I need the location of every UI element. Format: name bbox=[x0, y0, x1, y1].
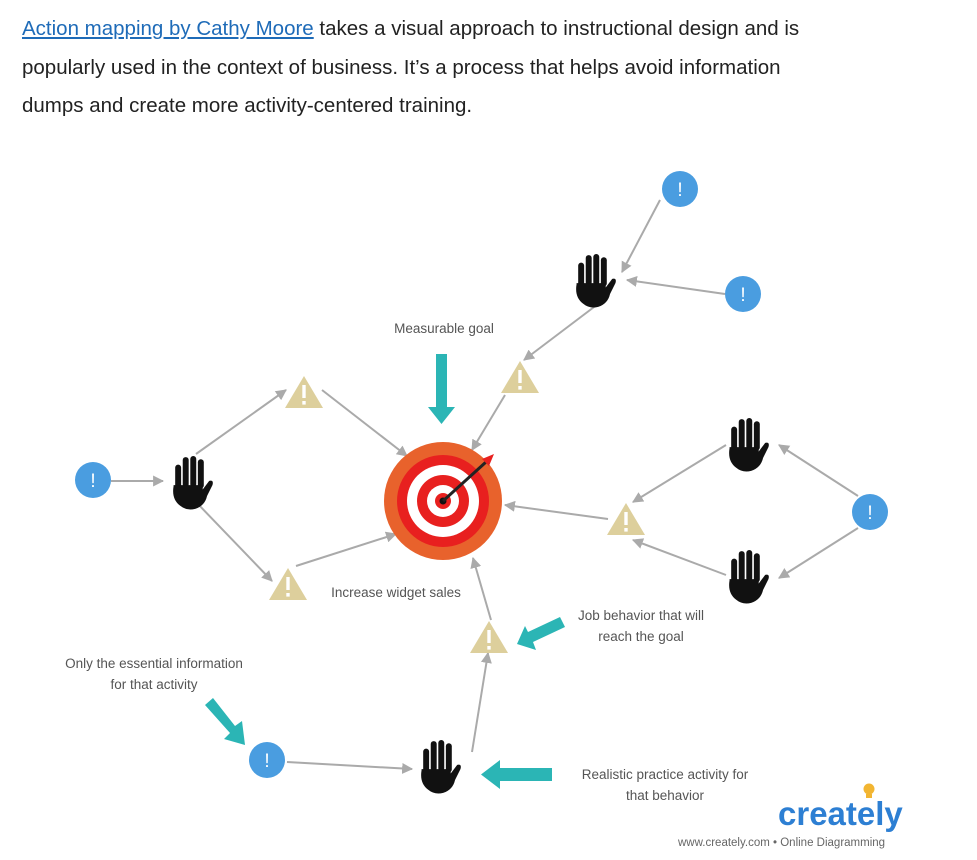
creately-logo-e: e bbox=[857, 795, 875, 832]
info-circle-upper-right: ! bbox=[725, 276, 761, 312]
teal-arrow-down-icon bbox=[428, 354, 455, 424]
svg-text:!: ! bbox=[867, 503, 872, 524]
teal-arrow-left-job-icon bbox=[517, 617, 565, 650]
label-practice-line2: that behavior bbox=[626, 788, 705, 803]
warning-icon-lower-left bbox=[269, 568, 307, 600]
hand-icon-left bbox=[173, 456, 213, 510]
target-icon bbox=[384, 442, 502, 560]
label-practice-line1: Realistic practice activity for bbox=[582, 767, 749, 782]
svg-text:!: ! bbox=[677, 180, 682, 201]
svg-text:!: ! bbox=[90, 471, 95, 492]
svg-text:!: ! bbox=[264, 751, 269, 772]
info-circle-top: ! bbox=[662, 171, 698, 207]
label-measurable-goal: Measurable goal bbox=[394, 321, 494, 336]
label-job-behavior-line2: reach the goal bbox=[598, 629, 684, 644]
label-essential-info-line2: for that activity bbox=[110, 677, 197, 692]
label-job-behavior-line1: Job behavior that will bbox=[578, 608, 704, 623]
creately-logo-main: creat bbox=[778, 795, 857, 832]
info-circle-right: ! bbox=[852, 494, 888, 530]
svg-text:!: ! bbox=[740, 285, 745, 306]
warning-icon-upper-left bbox=[285, 376, 323, 408]
action-map-diagram: ! ! ! ! ! Measurable goal Increase widge… bbox=[65, 171, 903, 849]
teal-arrow-left-practice-icon bbox=[481, 760, 552, 789]
callout-arrows bbox=[205, 354, 565, 789]
info-circle-left: ! bbox=[75, 462, 111, 498]
hand-icon-top bbox=[576, 254, 616, 308]
svg-text:creately: creately bbox=[778, 795, 903, 832]
hand-icon-right-upper bbox=[729, 418, 769, 472]
hand-icon-bottom bbox=[421, 740, 461, 794]
label-essential-info-line1: Only the essential information bbox=[65, 656, 243, 671]
label-goal-text: Increase widget sales bbox=[331, 585, 461, 600]
info-circle-bottom: ! bbox=[249, 742, 285, 778]
creately-logo: creately www.creately.com • Online Diagr… bbox=[677, 783, 903, 849]
hand-icon-right-lower bbox=[729, 550, 769, 604]
warning-icon-top bbox=[501, 361, 539, 393]
creately-logo-end: ly bbox=[875, 795, 903, 832]
warning-icon-bottom bbox=[470, 621, 508, 653]
warning-icon-right bbox=[607, 503, 645, 535]
teal-arrow-diagonal-icon bbox=[205, 698, 245, 745]
creately-tagline: www.creately.com • Online Diagramming bbox=[677, 837, 885, 849]
